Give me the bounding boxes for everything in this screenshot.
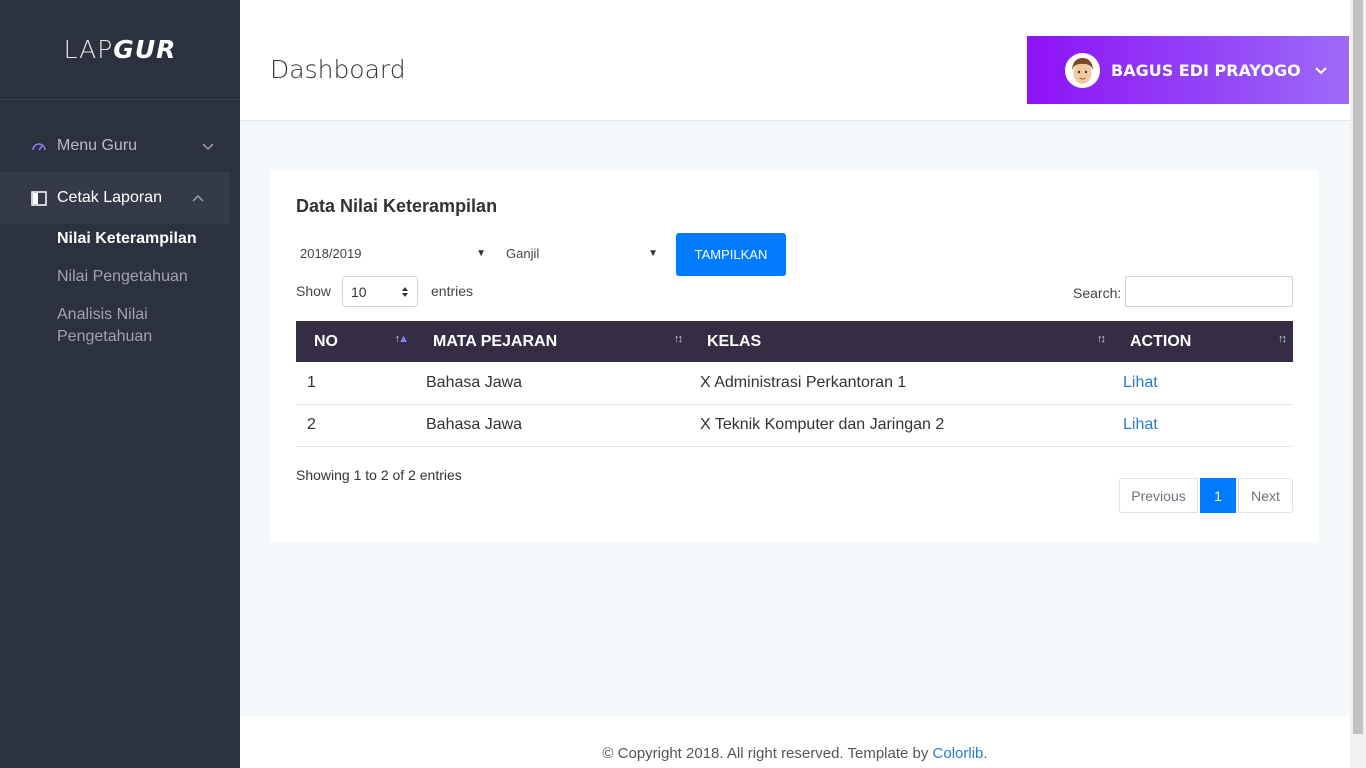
sidebar: LAP GUR Menu Guru Cetak Laporan Nilai Ket…: [0, 0, 240, 768]
chevron-up-icon: [192, 194, 204, 202]
sidebar-item-cetak-laporan[interactable]: Cetak Laporan: [0, 172, 230, 224]
cell-no: 1: [307, 373, 316, 391]
caret-down-icon: ▼: [648, 248, 658, 259]
lihat-link[interactable]: Lihat: [1112, 404, 1293, 446]
entries-per-page-select[interactable]: 10: [342, 276, 418, 307]
app-logo[interactable]: LAP GUR: [0, 0, 240, 100]
chevron-down-icon: [1315, 67, 1327, 75]
sidebar-menu: Menu Guru Cetak Laporan Nilai Keterampil…: [0, 100, 240, 348]
dashboard-gauge-icon: [30, 137, 48, 155]
caret-down-icon: ▼: [476, 248, 486, 259]
semester-select-value: Ganjil: [506, 246, 540, 261]
column-header-mata-pejaran[interactable]: MATA PEJARAN ↑↕: [415, 321, 689, 362]
footer-text: © Copyright 2018. All right reserved. Te…: [602, 745, 933, 762]
entries-label: entries: [431, 283, 474, 299]
tampilkan-button[interactable]: TAMPILKAN: [676, 233, 786, 276]
table-row: 1 Bahasa Jawa X Administrasi Perkantoran…: [296, 362, 1293, 404]
sort-icon: ↑↕: [1097, 333, 1106, 345]
footer-suffix: .: [983, 745, 988, 762]
table-info: Showing 1 to 2 of 2 entries: [296, 467, 462, 483]
cell-no: 2: [307, 416, 316, 433]
search-input[interactable]: [1125, 276, 1293, 307]
cell-kelas: X Administrasi Perkantoran 1: [700, 373, 907, 391]
sidebar-item-label: Menu Guru: [57, 137, 138, 154]
top-header: Dashboard BAGUS EDI PRAYOGO: [240, 0, 1350, 121]
scrollbar-thumb[interactable]: [1353, 0, 1363, 734]
cell-kelas: X Teknik Komputer dan Jaringan 2: [700, 416, 945, 433]
semester-select[interactable]: Ganjil ▼: [506, 246, 658, 261]
sort-icon: ↑↕: [674, 333, 683, 345]
show-label: Show: [296, 283, 332, 299]
pagination: Previous 1 Next: [1119, 478, 1293, 513]
search-label: Search:: [1073, 285, 1122, 301]
user-name: BAGUS EDI PRAYOGO: [1111, 60, 1301, 80]
avatar: [1065, 52, 1100, 88]
year-select-value: 2018/2019: [300, 246, 362, 261]
updown-caret-icon: [402, 286, 408, 297]
submenu-analisis-nilai-pengetahuan[interactable]: Analisis Nilai Pengetahuan: [57, 304, 240, 348]
data-table: NO ↑▲ MATA PEJARAN ↑↕ KELAS ↑↕ ACTION ↑↕ 1 B…: [296, 321, 1293, 447]
table-header-row: NO ↑▲ MATA PEJARAN ↑↕ KELAS ↑↕ ACTION ↑↕: [296, 321, 1293, 362]
card-title: Data Nilai Keterampilan: [296, 196, 498, 216]
year-select[interactable]: 2018/2019 ▼: [300, 246, 486, 261]
submenu-nilai-pengetahuan[interactable]: Nilai Pengetahuan: [57, 266, 240, 288]
previous-page-button[interactable]: Previous: [1119, 478, 1198, 513]
page-1-button[interactable]: 1: [1200, 478, 1236, 513]
footer: © Copyright 2018. All right reserved. Te…: [240, 716, 1350, 768]
column-header-kelas[interactable]: KELAS ↑↕: [689, 321, 1112, 362]
sidebar-item-menu-guru[interactable]: Menu Guru: [0, 120, 240, 172]
column-header-no[interactable]: NO ↑▲: [296, 321, 415, 362]
entries-value: 10: [351, 283, 367, 300]
sort-icon: ↑↕: [1278, 333, 1287, 345]
submenu-nilai-keterampilan[interactable]: Nilai Keterampilan: [57, 228, 240, 250]
sidebar-submenu: Nilai Keterampilan Nilai Pengetahuan Ana…: [0, 224, 240, 348]
next-page-button[interactable]: Next: [1238, 478, 1293, 513]
cell-mata-pelajaran: Bahasa Jawa: [426, 416, 523, 433]
column-header-action[interactable]: ACTION ↑↕: [1112, 321, 1293, 362]
page-title: Dashboard: [270, 55, 406, 84]
lihat-link[interactable]: Lihat: [1112, 362, 1293, 404]
sort-asc-icon: ↑▲: [394, 333, 409, 345]
cell-mata-pelajaran: Bahasa Jawa: [426, 373, 523, 391]
table-row: 2 Bahasa Jawa X Teknik Komputer dan Jari…: [296, 404, 1293, 446]
page-scrollbar[interactable]: [1350, 0, 1366, 768]
user-menu-button[interactable]: BAGUS EDI PRAYOGO: [1027, 36, 1349, 104]
chevron-down-icon: [202, 143, 214, 151]
book-icon: [30, 189, 48, 207]
sidebar-item-label: Cetak Laporan: [57, 189, 162, 206]
report-card: Data Nilai Keterampilan 2018/2019 ▼ Ganj…: [270, 170, 1319, 543]
colorlib-link[interactable]: Colorlib: [933, 745, 984, 762]
